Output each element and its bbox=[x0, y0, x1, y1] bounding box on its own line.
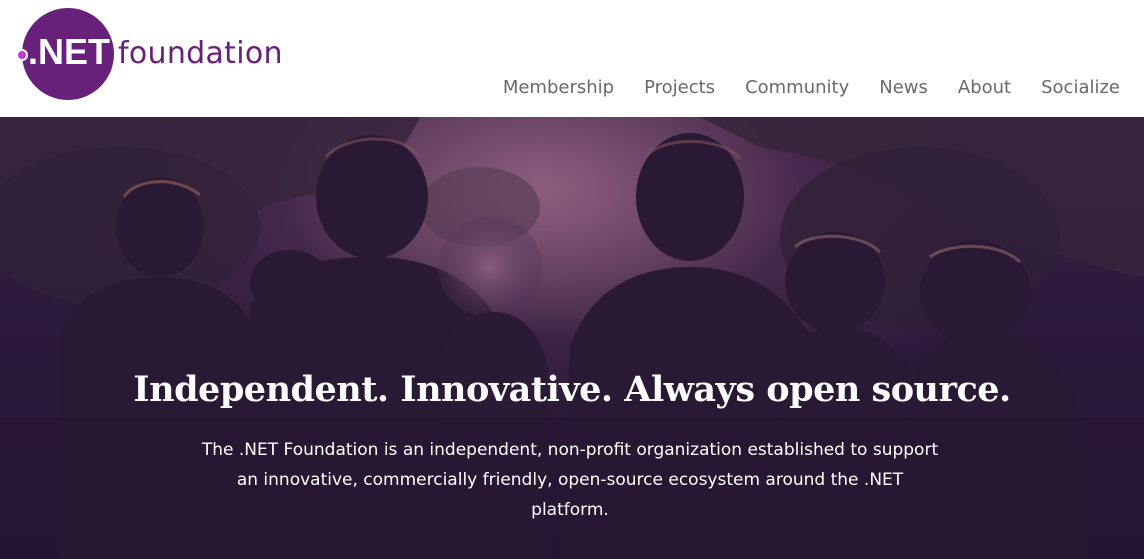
hero-description: The .NET Foundation is an independent, n… bbox=[201, 440, 939, 520]
nav-item-socialize[interactable]: Socialize bbox=[1011, 74, 1120, 102]
nav-item-projects[interactable]: Projects bbox=[614, 74, 715, 102]
nav-item-membership[interactable]: Membership bbox=[473, 74, 614, 102]
logo-wordmark: foundation bbox=[118, 36, 283, 71]
nav-item-news[interactable]: News bbox=[849, 74, 928, 102]
dotnet-foundation-logo[interactable]: .NET foundation bbox=[14, 8, 284, 104]
hero-title: Independent. Innovative. Always open sou… bbox=[133, 369, 1011, 410]
logo-mark-text: .NET bbox=[28, 31, 111, 72]
hero-banner: Independent. Innovative. Always open sou… bbox=[0, 117, 1144, 559]
nav-item-community[interactable]: Community bbox=[715, 74, 849, 102]
nav-item-about[interactable]: About bbox=[928, 74, 1011, 102]
site-header: .NET foundation Membership Projects Comm… bbox=[0, 0, 1144, 117]
logo-dot-icon bbox=[16, 49, 28, 61]
main-nav: Membership Projects Community News About… bbox=[473, 74, 1120, 102]
